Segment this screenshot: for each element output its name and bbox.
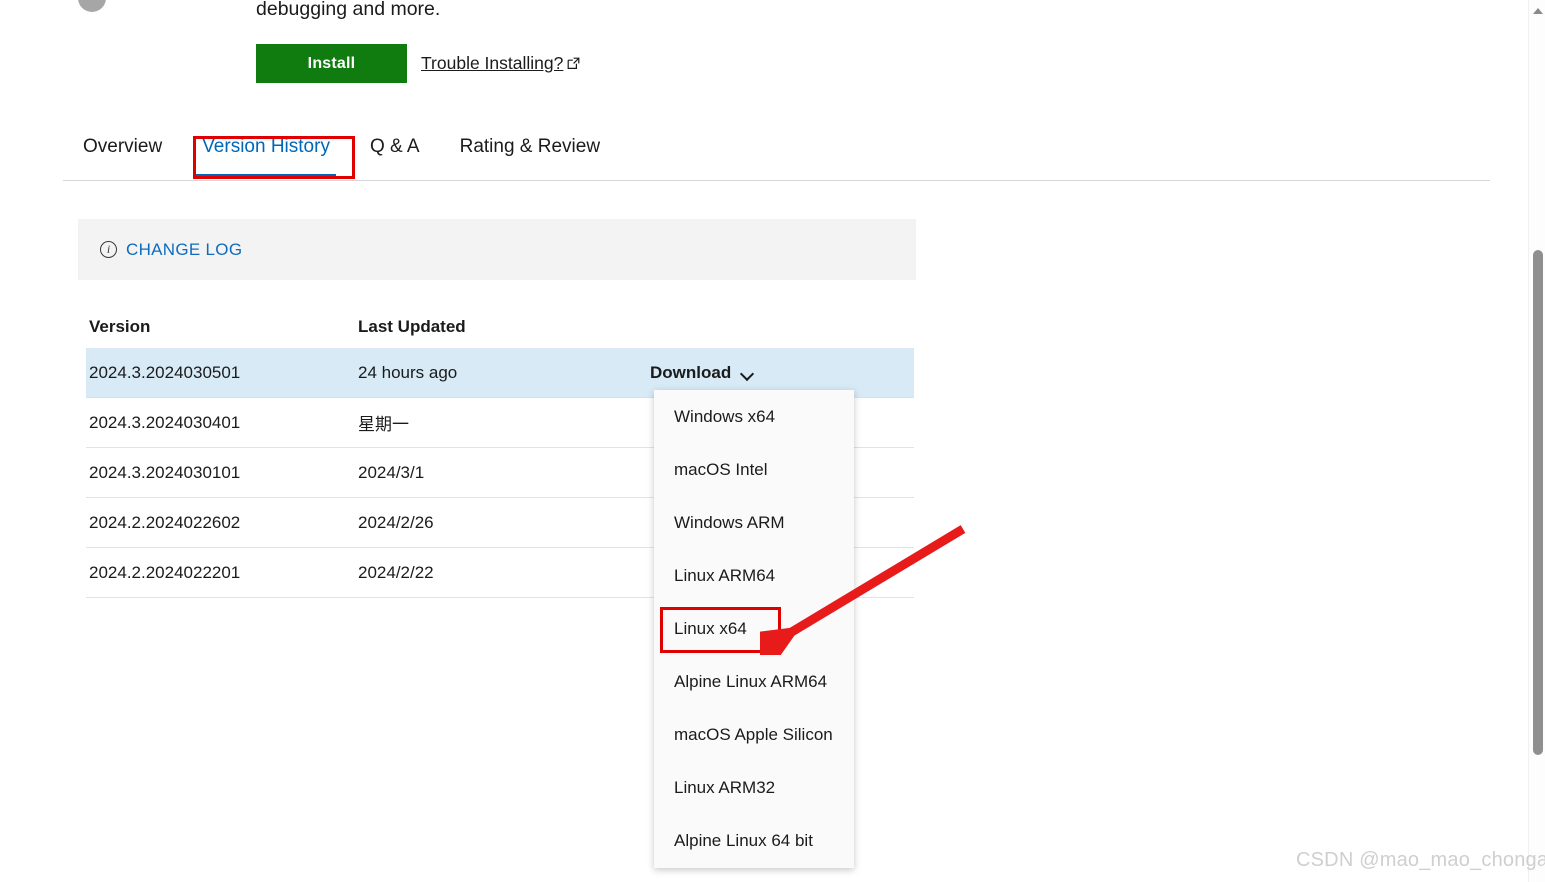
- install-button[interactable]: Install: [256, 44, 407, 83]
- scroll-up-arrow-icon[interactable]: [1529, 2, 1545, 19]
- extension-description-text: debugging and more.: [256, 0, 441, 20]
- column-header-last-updated: Last Updated: [358, 316, 466, 336]
- extension-logo: [78, 0, 106, 12]
- menu-item-linux-arm32[interactable]: Linux ARM32: [654, 761, 854, 814]
- cell-last-updated: 星期一: [358, 415, 409, 434]
- trouble-installing-label: Trouble Installing?: [421, 53, 564, 73]
- menu-item-windows-x64[interactable]: Windows x64: [654, 390, 854, 443]
- menu-item-windows-arm[interactable]: Windows ARM: [654, 496, 854, 549]
- cell-version: 2024.3.2024030101: [89, 462, 241, 482]
- menu-item-linux-arm64[interactable]: Linux ARM64: [654, 549, 854, 602]
- cell-last-updated: 2024/2/22: [358, 562, 434, 582]
- menu-item-linux-x64[interactable]: Linux x64: [654, 602, 854, 655]
- extension-marketplace-page: debugging and more. Install Trouble Inst…: [0, 0, 1545, 882]
- chevron-down-icon: [741, 369, 754, 377]
- download-dropdown-trigger[interactable]: Download: [650, 363, 914, 383]
- cell-last-updated: 24 hours ago: [358, 362, 458, 382]
- tab-overview[interactable]: Overview: [63, 133, 182, 176]
- menu-item-macos-intel[interactable]: macOS Intel: [654, 443, 854, 496]
- install-action-row: Install Trouble Installing?: [256, 44, 580, 83]
- vertical-scrollbar[interactable]: [1528, 0, 1545, 882]
- cell-last-updated: 2024/3/1: [358, 462, 425, 482]
- info-circle-icon: i: [100, 241, 117, 258]
- tab-q-and-a[interactable]: Q & A: [350, 133, 440, 176]
- changelog-banner: i CHANGE LOG: [78, 219, 916, 280]
- cell-version: 2024.2.2024022201: [89, 562, 241, 582]
- menu-item-alpine-linux-64-bit[interactable]: Alpine Linux 64 bit: [654, 814, 854, 867]
- detail-tabs: Overview Version History Q & A Rating & …: [63, 133, 1490, 181]
- menu-item-alpine-linux-arm64[interactable]: Alpine Linux ARM64: [654, 655, 854, 708]
- column-header-version: Version: [89, 316, 151, 336]
- tab-version-history[interactable]: Version History: [182, 133, 350, 177]
- external-link-icon: [567, 54, 580, 69]
- menu-item-macos-apple-silicon[interactable]: macOS Apple Silicon: [654, 708, 854, 761]
- tab-rating-and-review[interactable]: Rating & Review: [440, 133, 620, 176]
- download-label: Download: [650, 362, 732, 382]
- trouble-installing-link[interactable]: Trouble Installing?: [421, 53, 580, 74]
- table-header-row: Version Last Updated: [86, 305, 914, 348]
- cell-version: 2024.2.2024022602: [89, 512, 241, 532]
- cell-last-updated: 2024/2/26: [358, 512, 434, 532]
- scroll-thumb[interactable]: [1533, 250, 1543, 755]
- watermark: CSDN @mao_mao_chonga: [1296, 849, 1545, 871]
- changelog-link[interactable]: CHANGE LOG: [126, 240, 242, 260]
- cell-version: 2024.3.2024030501: [89, 362, 241, 382]
- download-platform-menu: Windows x64 macOS Intel Windows ARM Linu…: [654, 390, 854, 868]
- cell-version: 2024.3.2024030401: [89, 412, 241, 432]
